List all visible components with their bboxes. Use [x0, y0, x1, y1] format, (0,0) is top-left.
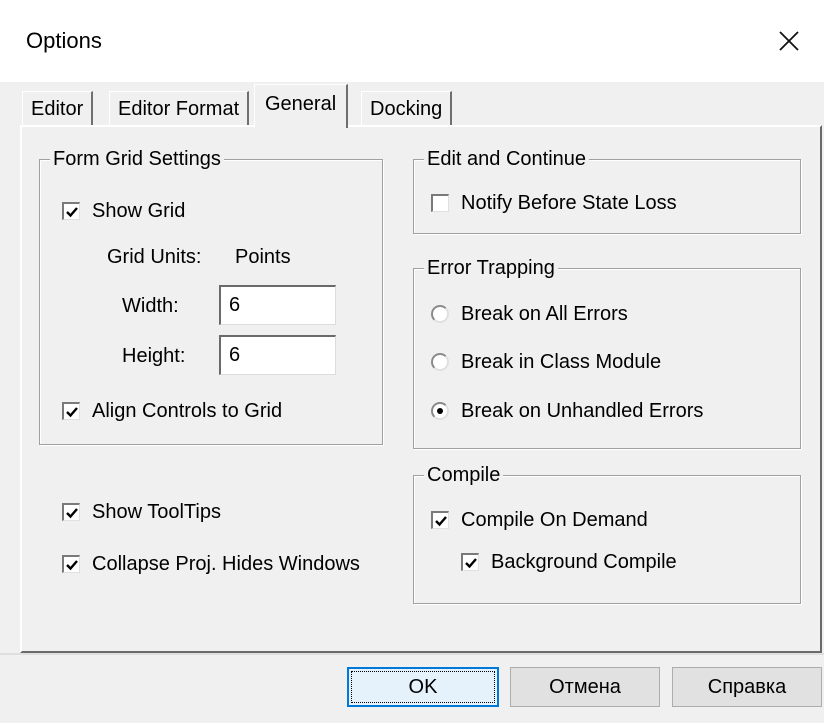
break-on-unhandled-errors-radio[interactable]: Break on Unhandled Errors [431, 398, 703, 424]
checkbox-box [62, 503, 80, 521]
tab-editor-format[interactable]: Editor Format [109, 91, 250, 127]
grid-units-value: Points [235, 246, 291, 268]
height-label: Height: [122, 345, 186, 367]
checkbox-label: Notify Before State Loss [461, 192, 677, 214]
check-icon [66, 560, 78, 571]
break-in-class-module-radio[interactable]: Break in Class Module [431, 349, 661, 375]
radio-circle [431, 402, 449, 420]
checkbox-label: Show ToolTips [92, 501, 221, 523]
compile-on-demand-checkbox[interactable]: Compile On Demand [431, 507, 648, 533]
close-icon [779, 31, 799, 51]
show-tooltips-checkbox[interactable]: Show ToolTips [62, 499, 221, 525]
close-button[interactable] [754, 0, 824, 82]
checkbox-box [431, 511, 449, 529]
show-grid-checkbox[interactable]: Show Grid [62, 198, 185, 224]
radio-label: Break in Class Module [461, 351, 662, 373]
edit-and-continue-group: Edit and Continue Notify Before State Lo… [413, 146, 801, 234]
tab-general[interactable]: General [254, 84, 349, 128]
check-icon [66, 207, 78, 218]
checkbox-label: Collapse Proj. Hides Windows [92, 553, 360, 575]
group-title: Compile [424, 462, 504, 488]
check-icon [465, 558, 477, 569]
radio-label: Break on Unhandled Errors [461, 400, 704, 422]
tab-docking[interactable]: Docking [361, 91, 453, 127]
width-input[interactable] [219, 285, 336, 325]
checkbox-label: Show Grid [92, 200, 186, 222]
group-title: Edit and Continue [424, 146, 590, 172]
check-icon [66, 508, 78, 519]
group-title: Form Grid Settings [50, 146, 224, 172]
general-tab-panel: Form Grid Settings Show Grid Grid Units:… [20, 125, 822, 653]
radio-dot [437, 408, 443, 414]
checkbox-box [431, 194, 449, 212]
checkbox-label: Compile On Demand [461, 509, 648, 531]
check-icon [435, 516, 447, 527]
bottom-separator [0, 653, 824, 655]
group-title: Error Trapping [424, 255, 558, 281]
grid-units-label: Grid Units: [107, 246, 202, 268]
check-icon [66, 407, 78, 418]
form-grid-settings-group: Form Grid Settings Show Grid Grid Units:… [39, 146, 383, 445]
compile-group: Compile Compile On Demand Background Com… [413, 462, 801, 604]
height-input[interactable] [219, 335, 336, 375]
help-button[interactable]: Справка [672, 667, 822, 707]
radio-circle [431, 305, 449, 323]
collapse-proj-checkbox[interactable]: Collapse Proj. Hides Windows [62, 551, 360, 577]
tab-strip: Editor Editor Format General Docking [0, 82, 824, 128]
tab-editor[interactable]: Editor [22, 91, 94, 127]
ok-button[interactable]: OK [347, 667, 499, 707]
window-title: Options [26, 28, 102, 53]
checkbox-label: Align Controls to Grid [92, 400, 283, 422]
width-label: Width: [122, 295, 179, 317]
checkbox-box [461, 553, 479, 571]
checkbox-box [62, 555, 80, 573]
background-compile-checkbox[interactable]: Background Compile [461, 549, 677, 575]
checkbox-label: Background Compile [491, 551, 677, 573]
align-controls-checkbox[interactable]: Align Controls to Grid [62, 398, 282, 424]
title-bar: Options [0, 0, 824, 82]
radio-label: Break on All Errors [461, 303, 628, 325]
cancel-button[interactable]: Отмена [510, 667, 660, 707]
checkbox-box [62, 402, 80, 420]
notify-before-state-loss-checkbox[interactable]: Notify Before State Loss [431, 190, 677, 216]
radio-circle [431, 353, 449, 371]
checkbox-box [62, 202, 80, 220]
error-trapping-group: Error Trapping Break on All Errors Break… [413, 255, 801, 449]
break-on-all-errors-radio[interactable]: Break on All Errors [431, 301, 628, 327]
